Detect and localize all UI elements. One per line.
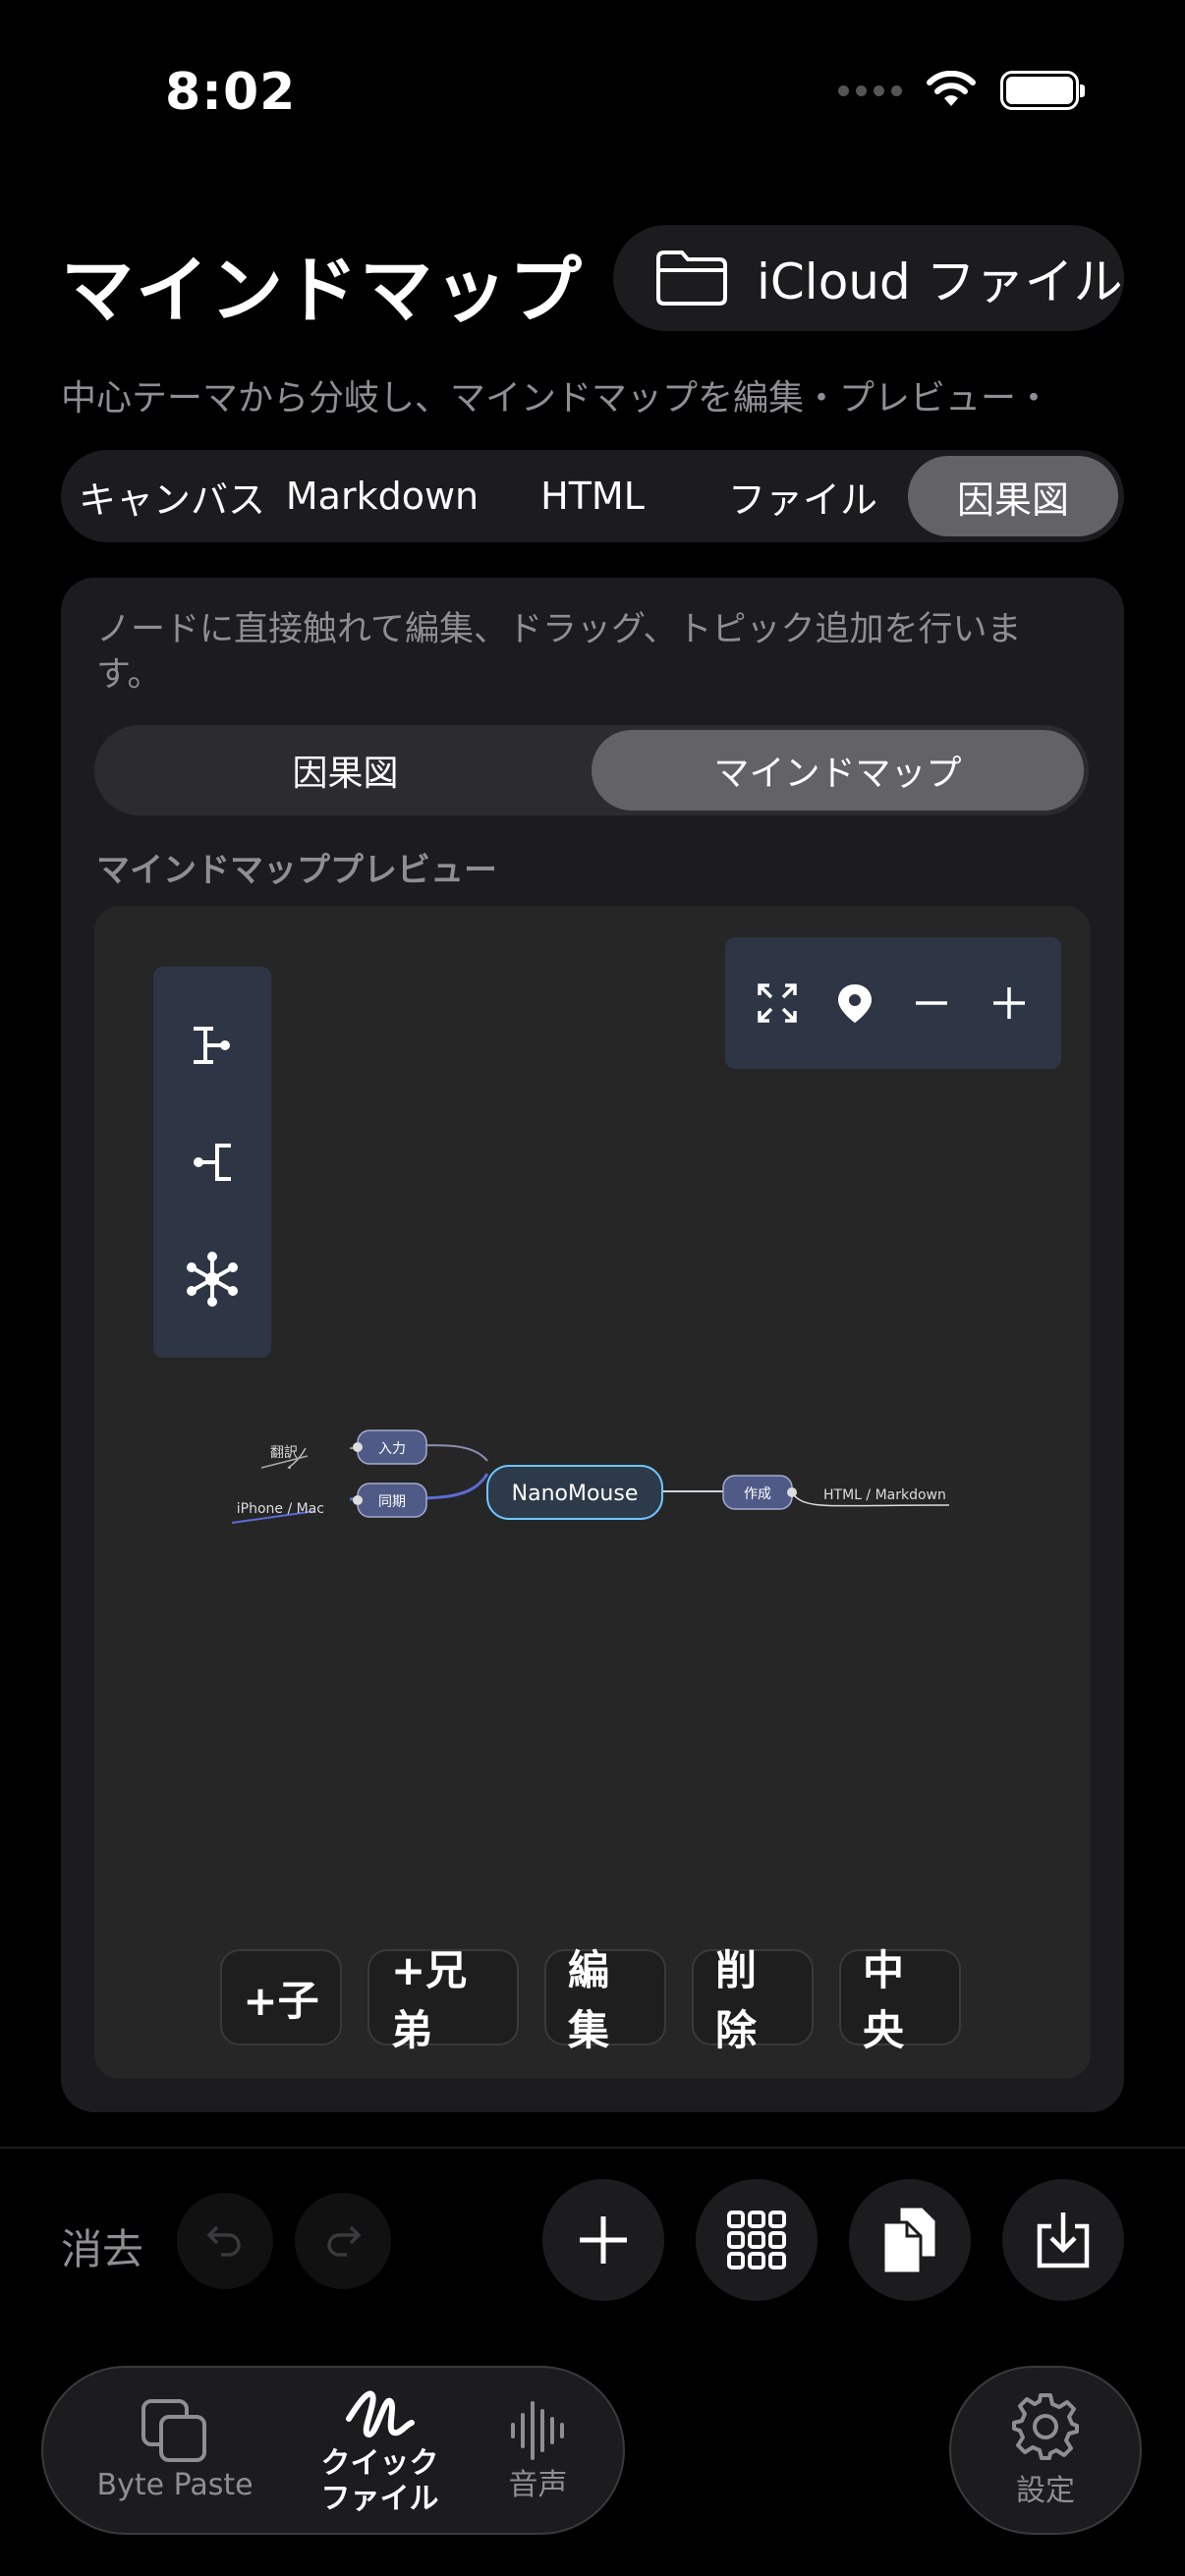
copy-document-button[interactable]	[849, 2179, 971, 2301]
copy-icon	[141, 2399, 207, 2462]
tab-html[interactable]: HTML	[487, 456, 698, 536]
grid-icon	[727, 2211, 786, 2269]
toggle-causal-diagram[interactable]: 因果図	[99, 730, 592, 811]
documents-icon	[881, 2205, 938, 2275]
node-create[interactable]: 作成	[722, 1475, 797, 1510]
card-description: ノードに直接触れて編集、ドラッグ、トピック追加を行います。	[96, 610, 1022, 695]
tab-file[interactable]: ファイル	[698, 456, 908, 536]
status-time: 8:02	[165, 63, 297, 122]
tab-causal-diagram[interactable]: 因果図	[908, 456, 1118, 536]
layout-right-icon	[194, 1026, 230, 1064]
folder-icon	[656, 251, 727, 306]
layout-radial-button[interactable]	[178, 1245, 247, 1314]
layout-right-button[interactable]	[178, 1011, 247, 1080]
center-node-button[interactable]: 中央	[839, 1946, 961, 2054]
node-sync[interactable]: 同期	[353, 1483, 427, 1518]
node-center[interactable]: NanoMouse	[486, 1465, 663, 1520]
tab-voice[interactable]: 音声	[507, 2397, 570, 2503]
layout-left-button[interactable]	[178, 1128, 247, 1197]
signal-icon	[838, 84, 902, 96]
location-pin-icon	[837, 984, 872, 1023]
zoom-out-button[interactable]	[897, 969, 966, 1037]
add-sibling-button[interactable]: +兄弟	[367, 1946, 519, 2054]
wifi-icon	[927, 71, 976, 106]
download-icon	[1037, 2212, 1090, 2268]
divider	[0, 2147, 1185, 2149]
layout-radial-icon	[187, 1252, 238, 1308]
tab-canvas[interactable]: キャンバス	[67, 456, 277, 536]
icloud-files-button[interactable]: iCloud ファイル	[613, 225, 1124, 331]
expand-icon	[758, 983, 797, 1023]
redo-icon	[327, 2225, 362, 2257]
svg-text:同期: 同期	[378, 1494, 406, 1510]
node-input[interactable]: 入力	[353, 1429, 427, 1465]
delete-node-button[interactable]: 削除	[692, 1946, 814, 2054]
layout-toolbar	[153, 967, 271, 1358]
tab-byte-paste[interactable]: Byte Paste	[96, 2397, 254, 2503]
preview-label: マインドマッププレビュー	[96, 851, 497, 890]
page-subtitle: 中心テーマから分岐し、マインドマップを編集・プレビュー・	[61, 378, 1052, 419]
layout-left-icon	[194, 1143, 231, 1181]
zoom-in-button[interactable]	[975, 969, 1044, 1037]
node-format[interactable]: HTML / Markdown	[823, 1487, 946, 1503]
svg-text:入力: 入力	[378, 1441, 406, 1457]
waveform-icon	[510, 2401, 564, 2460]
svg-text:作成: 作成	[744, 1486, 771, 1502]
view-toggle: 因果図 マインドマップ	[94, 725, 1089, 815]
node-device[interactable]: iPhone / Mac	[237, 1501, 324, 1517]
page-title: マインドマップ	[61, 249, 584, 333]
tab-markdown[interactable]: Markdown	[277, 456, 487, 536]
fit-screen-button[interactable]	[743, 969, 812, 1037]
redo-button[interactable]	[295, 2193, 391, 2289]
settings-button[interactable]: 設定	[949, 2366, 1142, 2535]
tab-bar: Byte Paste クイック ファイル 音声	[41, 2366, 625, 2535]
node-actions: +子 +兄弟 編集 削除 中央	[220, 1946, 961, 2054]
plus-icon	[580, 2216, 627, 2264]
grid-button[interactable]	[696, 2179, 818, 2301]
gear-icon	[1012, 2393, 1079, 2460]
clear-button[interactable]: 消去	[61, 2216, 143, 2276]
tab-quick-file[interactable]: クイック ファイル	[321, 2383, 439, 2517]
battery-icon	[1000, 71, 1085, 110]
minus-icon	[916, 1001, 948, 1005]
edit-node-button[interactable]: 編集	[544, 1946, 666, 2054]
add-button[interactable]	[542, 2179, 664, 2301]
plus-icon	[992, 987, 1025, 1019]
scribble-icon	[345, 2390, 415, 2437]
export-button[interactable]	[1002, 2179, 1124, 2301]
undo-button[interactable]	[177, 2193, 273, 2289]
zoom-toolbar	[725, 937, 1061, 1069]
status-icons	[838, 71, 1085, 110]
node-translate[interactable]: 翻訳	[270, 1445, 298, 1461]
add-child-button[interactable]: +子	[220, 1949, 342, 2045]
undo-icon	[206, 2225, 241, 2257]
svg-text:NanoMouse: NanoMouse	[512, 1482, 639, 1506]
icloud-files-label: iCloud ファイル	[757, 253, 1123, 310]
toggle-mindmap[interactable]: マインドマップ	[592, 730, 1084, 811]
center-location-button[interactable]	[820, 969, 889, 1037]
mode-tabs: キャンバス Markdown HTML ファイル 因果図	[61, 450, 1124, 542]
